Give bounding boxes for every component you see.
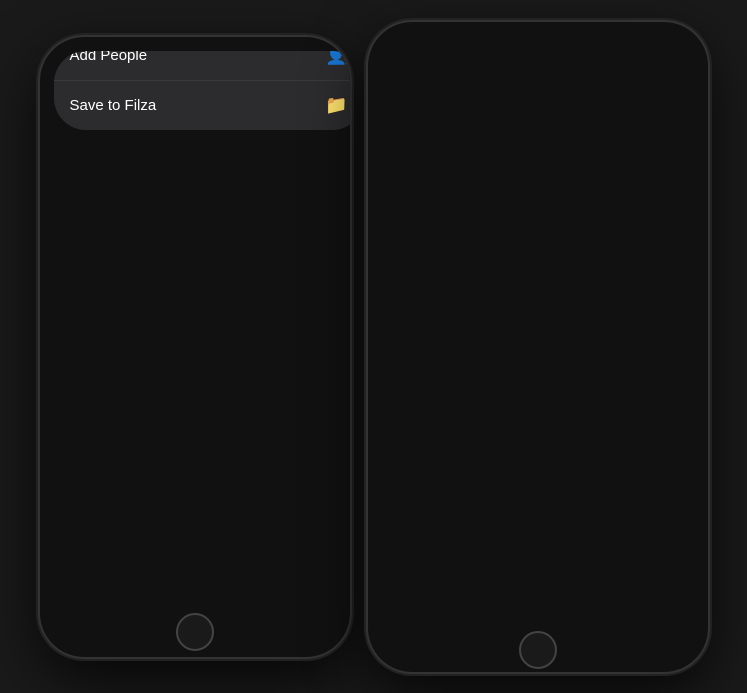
left-phone: 🔵 ▲ 8:30 PM 49 Done iTransmission (37 of…	[40, 37, 350, 657]
add-people-label: Add People	[70, 51, 326, 64]
add-people-icon: 👤	[325, 51, 347, 66]
left-screen: 🔵 ▲ 8:30 PM 49 Done iTransmission (37 of…	[54, 51, 350, 130]
home-button-left[interactable]	[176, 613, 214, 651]
share-sheet: 📋 iTransmission iPhone Application · 7.2…	[54, 51, 350, 130]
add-people-action[interactable]: Add People 👤	[54, 51, 350, 81]
home-button-right[interactable]	[519, 631, 557, 669]
save-filza-icon: 📁	[325, 95, 347, 116]
content-area: iTransmission 📋 iTransmission iPhone App…	[54, 101, 350, 130]
phones-container: 🔵 ▲ 8:30 PM 49 Done iTransmission (37 of…	[30, 12, 718, 682]
save-filza-label: Save to Filza	[70, 97, 326, 114]
save-filza-action[interactable]: Save to Filza 📁	[54, 81, 350, 130]
right-phone: ONEJailbreak 📶 9:43 PM 47 ✂ ✖	[368, 22, 708, 672]
